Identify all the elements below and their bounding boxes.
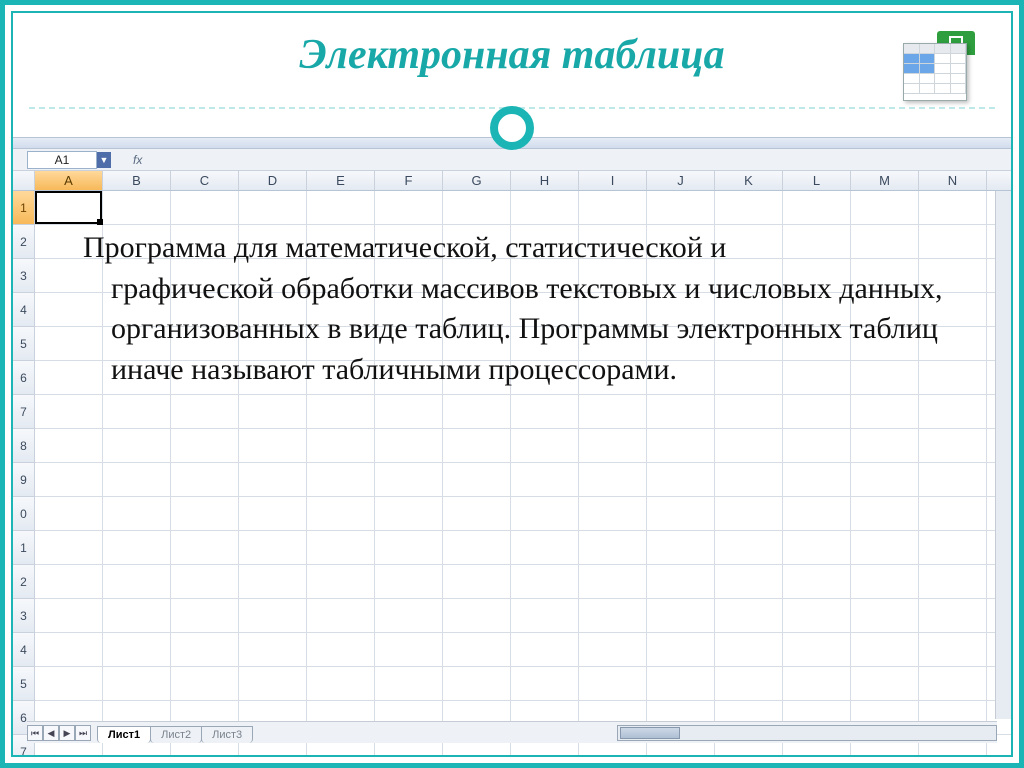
vertical-scrollbar[interactable] bbox=[995, 191, 1011, 719]
column-header[interactable]: N bbox=[919, 171, 987, 190]
row-header[interactable]: 1 bbox=[13, 191, 35, 225]
column-header[interactable]: K bbox=[715, 171, 783, 190]
row-header[interactable]: 0 bbox=[13, 497, 35, 531]
row-header[interactable]: 4 bbox=[13, 633, 35, 667]
row-header[interactable]: 7 bbox=[13, 395, 35, 429]
row-header[interactable]: 2 bbox=[13, 565, 35, 599]
row-header[interactable]: 3 bbox=[13, 599, 35, 633]
column-headers: ABCDEFGHIJKLMN bbox=[13, 171, 1011, 191]
sheet-tab[interactable]: Лист3 bbox=[201, 726, 253, 743]
circle-accent-icon bbox=[490, 106, 534, 150]
column-header[interactable]: L bbox=[783, 171, 851, 190]
column-header[interactable]: B bbox=[103, 171, 171, 190]
horizontal-scrollbar[interactable] bbox=[617, 725, 997, 741]
body-rest: графической обработки массивов текстовых… bbox=[83, 269, 971, 391]
row-header[interactable]: 1 bbox=[13, 531, 35, 565]
row-header[interactable]: 3 bbox=[13, 259, 35, 293]
sheet-tabs-bar: ⏮ ◀ ▶ ⏭ Лист1Лист2Лист3 bbox=[27, 721, 997, 743]
tab-nav[interactable]: ⏮ ◀ ▶ ⏭ bbox=[27, 725, 91, 741]
column-header[interactable]: C bbox=[171, 171, 239, 190]
column-header[interactable]: J bbox=[647, 171, 715, 190]
slide-title: Электронная таблица bbox=[13, 31, 1011, 79]
row-header[interactable]: 5 bbox=[13, 667, 35, 701]
sheet-tab[interactable]: Лист2 bbox=[150, 726, 202, 743]
sheet-tab[interactable]: Лист1 bbox=[97, 726, 151, 743]
fx-label[interactable]: fx bbox=[133, 153, 142, 167]
row-header[interactable]: 5 bbox=[13, 327, 35, 361]
tab-nav-last-icon[interactable]: ⏭ bbox=[75, 725, 91, 741]
column-header[interactable]: F bbox=[375, 171, 443, 190]
tab-nav-next-icon[interactable]: ▶ bbox=[59, 725, 75, 741]
formula-bar: A1 ▼ fx bbox=[13, 149, 1011, 171]
row-header[interactable]: 9 bbox=[13, 463, 35, 497]
row-headers: 12345678901234567 bbox=[13, 191, 35, 757]
column-header[interactable]: G bbox=[443, 171, 511, 190]
selected-cell[interactable] bbox=[35, 191, 102, 224]
column-header[interactable]: H bbox=[511, 171, 579, 190]
spreadsheet-app-icon bbox=[903, 31, 975, 103]
column-header[interactable]: M bbox=[851, 171, 919, 190]
row-header[interactable]: 4 bbox=[13, 293, 35, 327]
name-box[interactable]: A1 bbox=[27, 151, 97, 169]
body-line-first: Программа для математической, статистиче… bbox=[83, 231, 726, 264]
column-header[interactable]: D bbox=[239, 171, 307, 190]
tab-nav-prev-icon[interactable]: ◀ bbox=[43, 725, 59, 741]
slide-body-text: Программа для математической, статистиче… bbox=[83, 228, 971, 390]
column-header[interactable]: E bbox=[307, 171, 375, 190]
column-header[interactable]: I bbox=[579, 171, 647, 190]
row-header[interactable]: 2 bbox=[13, 225, 35, 259]
column-header[interactable]: A bbox=[35, 171, 103, 190]
name-box-dropdown-icon[interactable]: ▼ bbox=[97, 152, 111, 168]
row-header[interactable]: 8 bbox=[13, 429, 35, 463]
select-all-corner[interactable] bbox=[13, 171, 35, 190]
row-header[interactable]: 6 bbox=[13, 361, 35, 395]
tab-nav-first-icon[interactable]: ⏮ bbox=[27, 725, 43, 741]
